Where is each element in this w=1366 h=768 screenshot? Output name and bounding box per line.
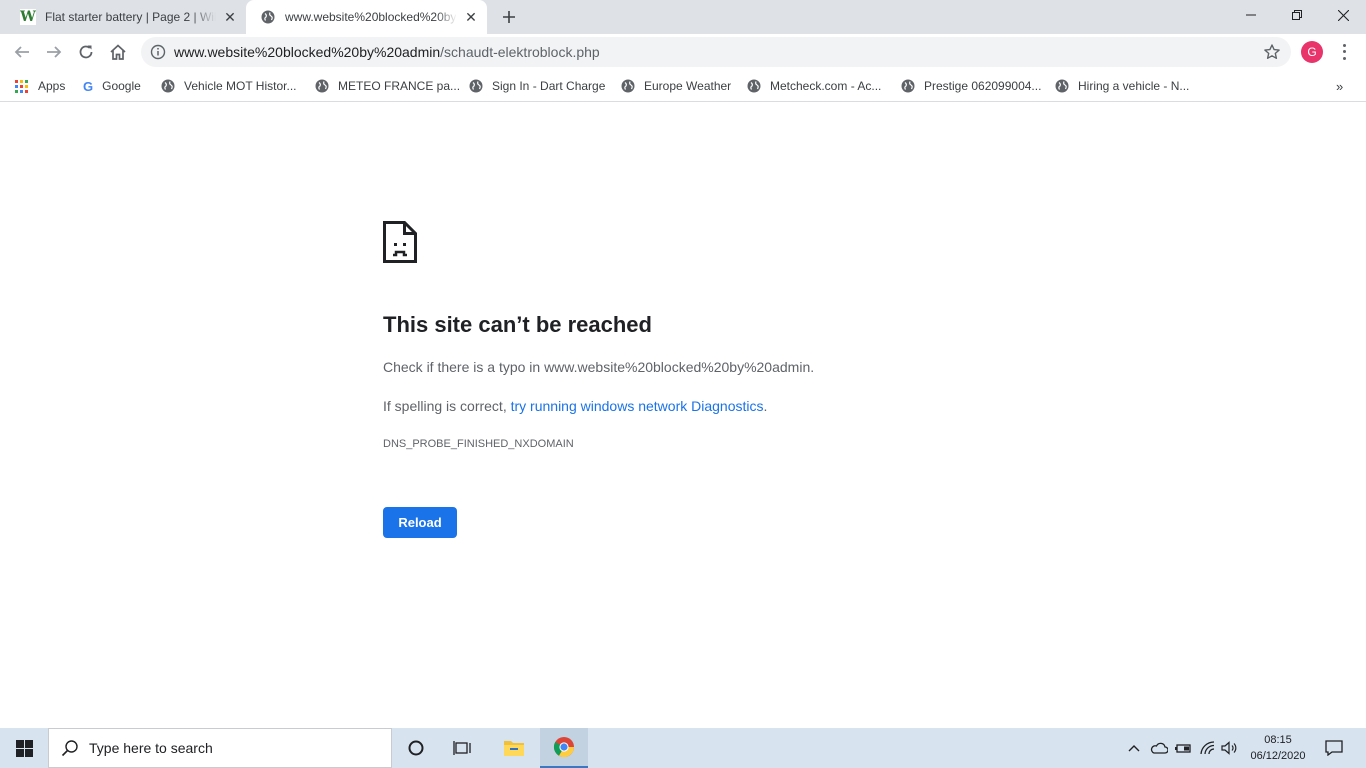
- tab-title: Flat starter battery | Page 2 | Wildcamp…: [45, 10, 216, 24]
- bookmark-vehicle-mot[interactable]: Vehicle MOT Histor...: [161, 75, 296, 97]
- globe-icon: [161, 79, 175, 93]
- close-window-button[interactable]: [1320, 0, 1366, 30]
- forward-button[interactable]: [40, 38, 68, 66]
- hint-suffix: .: [763, 398, 768, 414]
- error-diagnostics-hint: If spelling is correct, try running wind…: [383, 398, 767, 414]
- bookmark-label: Prestige 062099004...: [924, 79, 1042, 93]
- bookmark-hiring-vehicle[interactable]: Hiring a vehicle - N...: [1055, 75, 1189, 97]
- bookmark-metcheck[interactable]: Metcheck.com - Ac...: [747, 75, 881, 97]
- task-view-icon: [453, 741, 471, 755]
- tab-wildcamping[interactable]: W Flat starter battery | Page 2 | Wildca…: [8, 0, 246, 34]
- volume-icon[interactable]: [1220, 728, 1240, 768]
- hint-prefix: If spelling is correct,: [383, 398, 511, 414]
- search-icon: [61, 740, 78, 757]
- wifi-icon[interactable]: [1198, 728, 1218, 768]
- bookmarks-overflow-chevron-icon[interactable]: »: [1336, 79, 1343, 94]
- site-info-icon[interactable]: [150, 44, 166, 60]
- sad-page-icon: [383, 221, 417, 263]
- bookmark-label: Metcheck.com - Ac...: [770, 79, 882, 93]
- bookmark-label: Europe Weather: [644, 79, 732, 93]
- bookmark-apps[interactable]: Apps: [15, 75, 65, 97]
- taskbar-search-box[interactable]: Type here to search: [48, 728, 392, 768]
- chrome-menu-icon[interactable]: [1335, 42, 1353, 62]
- bookmarks-bar: Apps G Google Vehicle MOT Histor... METE…: [0, 70, 1366, 102]
- tab-title: www.website%20blocked%20by%20admin: [285, 10, 457, 24]
- cortana-button[interactable]: [393, 728, 439, 768]
- restore-button[interactable]: [1274, 0, 1320, 30]
- url-path: /schaudt-elektroblock.php: [440, 44, 600, 60]
- bookmark-label: Google: [102, 79, 141, 93]
- globe-icon: [315, 79, 329, 93]
- globe-icon: [621, 79, 635, 93]
- bookmark-dart-charge[interactable]: Sign In - Dart Charge: [469, 75, 605, 97]
- tab-blocked-site[interactable]: www.website%20blocked%20by%20admin ✕: [246, 0, 487, 34]
- cortana-circle-icon: [408, 740, 424, 756]
- globe-icon: [901, 79, 915, 93]
- error-title: This site can’t be reached: [383, 312, 652, 337]
- bookmark-europe-weather[interactable]: Europe Weather: [621, 75, 731, 97]
- bookmark-star-icon[interactable]: [1263, 43, 1281, 61]
- url-text: www.website%20blocked%20by%20admin/schau…: [174, 44, 600, 60]
- windows-logo-icon: [15, 739, 33, 757]
- onedrive-cloud-icon[interactable]: [1149, 728, 1169, 768]
- globe-icon: [747, 79, 761, 93]
- chrome-icon: [553, 737, 575, 758]
- url-host: www.website%20blocked%20by%20admin: [174, 44, 441, 60]
- reload-icon[interactable]: [72, 38, 100, 66]
- error-typo-hint: Check if there is a typo in www.website%…: [383, 359, 815, 375]
- network-diagnostics-link[interactable]: try running windows network Diagnostics: [511, 398, 764, 414]
- close-tab-icon[interactable]: ✕: [463, 9, 479, 25]
- bookmark-label: METEO FRANCE pa...: [338, 79, 461, 93]
- clock-time: 08:15: [1264, 734, 1292, 746]
- bookmark-label: Hiring a vehicle - N...: [1078, 79, 1190, 93]
- battery-icon[interactable]: [1173, 728, 1193, 768]
- address-bar[interactable]: www.website%20blocked%20by%20admin/schau…: [141, 37, 1291, 67]
- close-tab-icon[interactable]: ✕: [222, 9, 238, 25]
- tab-strip: W Flat starter battery | Page 2 | Wildca…: [0, 0, 1366, 34]
- clock-date: 06/12/2020: [1250, 750, 1306, 762]
- task-view-button[interactable]: [440, 728, 486, 768]
- globe-icon: [469, 79, 483, 93]
- wildcamping-favicon: W: [20, 9, 36, 25]
- file-explorer-button[interactable]: [491, 728, 537, 768]
- minimize-button[interactable]: [1228, 0, 1274, 30]
- bookmark-label: Apps: [38, 79, 66, 93]
- new-tab-button[interactable]: [498, 6, 520, 28]
- start-button[interactable]: [0, 728, 48, 768]
- profile-avatar[interactable]: G: [1301, 41, 1323, 63]
- bookmark-prestige[interactable]: Prestige 062099004...: [901, 75, 1041, 97]
- search-placeholder: Type here to search: [89, 740, 213, 756]
- google-icon: G: [83, 78, 94, 94]
- bookmark-google[interactable]: G Google: [83, 75, 141, 97]
- bookmark-meteo-france[interactable]: METEO FRANCE pa...: [315, 75, 460, 97]
- show-hidden-icons-chevron-icon[interactable]: [1126, 728, 1142, 768]
- error-code: DNS_PROBE_FINISHED_NXDOMAIN: [383, 438, 574, 450]
- system-clock[interactable]: 08:15 06/12/2020: [1242, 732, 1314, 764]
- windows-taskbar: Type here to search 08:15 06/12/2020: [0, 728, 1366, 768]
- bookmark-label: Sign In - Dart Charge: [492, 79, 606, 93]
- folder-icon: [504, 741, 524, 756]
- apps-grid-icon: [15, 79, 28, 93]
- action-center-icon[interactable]: [1320, 728, 1348, 768]
- chrome-taskbar-button[interactable]: [540, 728, 588, 768]
- globe-icon: [260, 9, 276, 25]
- globe-icon: [1055, 79, 1069, 93]
- back-button[interactable]: [8, 38, 36, 66]
- home-button[interactable]: [104, 38, 132, 66]
- browser-toolbar: www.website%20blocked%20by%20admin/schau…: [0, 34, 1366, 70]
- bookmark-label: Vehicle MOT Histor...: [184, 79, 297, 93]
- reload-button[interactable]: Reload: [383, 507, 457, 538]
